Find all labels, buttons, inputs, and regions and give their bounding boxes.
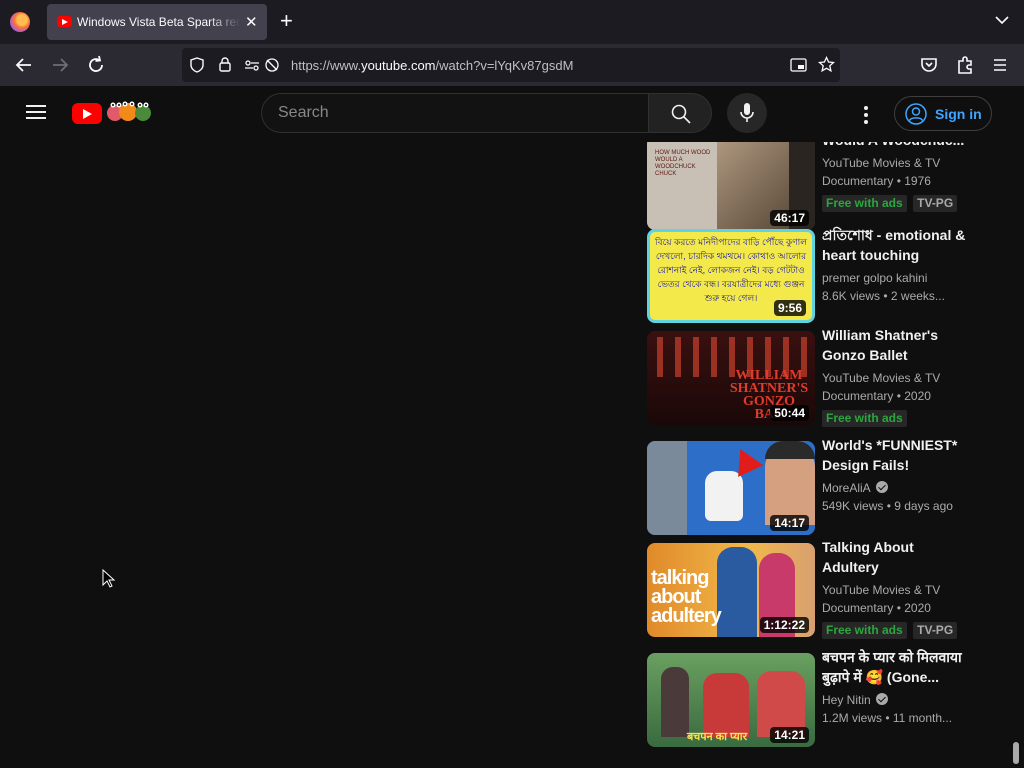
video-thumbnail[interactable]: বিয়ে করতে মনিদীপাদের বাড়ি পৌঁছে কুণাল … — [647, 229, 815, 323]
account-icon — [905, 103, 927, 125]
video-thumbnail[interactable]: 14:17 — [647, 441, 815, 535]
verified-icon — [875, 481, 888, 493]
browser-tab-bar: Windows Vista Beta Sparta remix ✕ + — [0, 0, 1024, 44]
video-title[interactable]: Talking About Adultery — [822, 537, 967, 577]
youtube-favicon-icon — [57, 16, 72, 27]
list-item[interactable]: WILLIAM SHATNER'S GONZO BAL 50:44 Willia… — [647, 327, 967, 427]
firefox-logo-icon[interactable] — [10, 12, 30, 32]
url-text[interactable]: https://www.youtube.com/watch?v=lYqKv87g… — [291, 58, 573, 73]
settings-more-icon[interactable] — [854, 103, 878, 127]
video-meta: William Shatner's Gonzo Ballet YouTube M… — [822, 325, 967, 427]
voice-search-button[interactable] — [727, 93, 767, 133]
search-input[interactable] — [278, 104, 618, 122]
video-title[interactable]: World's *FUNNIEST* Design Fails! (HOW!?) — [822, 435, 967, 475]
pocket-icon[interactable] — [917, 53, 941, 77]
related-videos-list: HOW MUCH WOOD WOULD A WOODCHUCK CHUCK 46… — [0, 86, 1024, 768]
tab-list-chevron-icon[interactable] — [995, 13, 1009, 27]
badge-free-with-ads: Free with ads — [822, 410, 907, 427]
video-thumbnail[interactable]: बचपन का प्यार 14:21 — [647, 653, 815, 747]
permissions-icon[interactable] — [244, 57, 260, 73]
video-title[interactable]: William Shatner's Gonzo Ballet — [822, 325, 967, 365]
list-item[interactable]: बचपन का प्यार 14:21 बचपन के प्यार को मिल… — [647, 649, 967, 749]
thumbnail-text: talking about adultery — [651, 567, 722, 627]
search-box[interactable] — [261, 93, 649, 133]
video-stats: 1.2M views • 11 month... — [822, 711, 953, 725]
video-thumbnail[interactable]: WILLIAM SHATNER'S GONZO BAL 50:44 — [647, 331, 815, 425]
list-item[interactable]: HOW MUCH WOOD WOULD A WOODCHUCK CHUCK 46… — [647, 132, 967, 232]
back-icon[interactable] — [12, 53, 36, 77]
app-menu-icon[interactable] — [988, 53, 1012, 77]
video-stats: Documentary • 2020 — [822, 389, 931, 403]
youtube-doodle-icon[interactable] — [106, 100, 152, 124]
video-channel[interactable]: YouTube Movies & TV — [822, 369, 967, 387]
youtube-masthead: Sign in — [0, 86, 1024, 142]
video-duration: 14:17 — [770, 515, 809, 531]
video-channel[interactable]: Hey Nitin — [822, 691, 967, 709]
video-stats: Documentary • 1976 — [822, 174, 931, 188]
youtube-logo-icon[interactable] — [72, 103, 102, 124]
video-thumbnail[interactable]: talking about adultery 1:12:22 — [647, 543, 815, 637]
bookmark-star-icon[interactable] — [818, 56, 835, 73]
lock-icon[interactable] — [217, 56, 233, 73]
extensions-icon[interactable] — [953, 53, 977, 77]
video-duration: 50:44 — [770, 405, 809, 421]
video-meta: World's *FUNNIEST* Design Fails! (HOW!?)… — [822, 435, 967, 515]
reload-icon[interactable] — [84, 53, 108, 77]
sign-in-label: Sign in — [935, 106, 982, 122]
badge-free-with-ads: Free with ads — [822, 195, 907, 212]
video-channel[interactable]: YouTube Movies & TV — [822, 581, 967, 599]
search-icon — [671, 104, 691, 124]
video-channel[interactable]: YouTube Movies & TV — [822, 154, 967, 172]
tab-active[interactable]: Windows Vista Beta Sparta remix ✕ — [47, 4, 267, 40]
guide-menu-icon[interactable] — [26, 105, 46, 119]
list-item[interactable]: talking about adultery 1:12:22 Talking A… — [647, 539, 967, 639]
tracking-blocked-icon[interactable] — [264, 57, 280, 73]
youtube-page: HOW MUCH WOOD WOULD A WOODCHUCK CHUCK 46… — [0, 86, 1024, 768]
video-thumbnail[interactable]: HOW MUCH WOOD WOULD A WOODCHUCK CHUCK 46… — [647, 136, 815, 230]
video-duration: 9:56 — [773, 300, 806, 316]
video-meta: প্রতিশোধ - emotional & heart touching ba… — [822, 225, 967, 305]
badge-free-with-ads: Free with ads — [822, 622, 907, 639]
list-item[interactable]: বিয়ে করতে মনিদীপাদের বাড়ি পৌঁছে কুণাল … — [647, 227, 967, 325]
search-button[interactable] — [648, 93, 712, 133]
verified-icon — [875, 693, 888, 705]
microphone-icon — [740, 103, 754, 122]
tab-close-icon[interactable]: ✕ — [245, 13, 258, 31]
video-title[interactable]: बचपन के प्यार को मिलवाया बुढ़ापे में 🥰 (… — [822, 647, 967, 687]
video-title[interactable]: প্রতিশোধ - emotional & heart touching ba… — [822, 225, 967, 265]
video-duration: 1:12:22 — [759, 617, 809, 633]
video-meta: बचपन के प्यार को मिलवाया बुढ़ापे में 🥰 (… — [822, 647, 967, 727]
video-channel[interactable]: MoreAliA — [822, 479, 967, 497]
video-duration: 14:21 — [770, 727, 809, 743]
forward-icon[interactable] — [48, 53, 72, 77]
shield-icon[interactable] — [189, 57, 205, 73]
picture-in-picture-icon[interactable] — [790, 57, 807, 73]
video-duration: 46:17 — [770, 210, 809, 226]
new-tab-button[interactable]: + — [280, 9, 293, 33]
video-stats: 8.6K views • 2 weeks... — [822, 289, 945, 303]
badge-rating: TV-PG — [913, 622, 958, 639]
video-meta: Would A Woodchuc... YouTube Movies & TV … — [822, 130, 967, 212]
url-bar[interactable]: https://www.youtube.com/watch?v=lYqKv87g… — [182, 48, 840, 82]
browser-nav-bar: https://www.youtube.com/watch?v=lYqKv87g… — [0, 44, 1024, 86]
video-channel[interactable]: premer golpo kahini — [822, 269, 967, 287]
mouse-cursor-icon — [102, 569, 116, 588]
video-stats: Documentary • 2020 — [822, 601, 931, 615]
thumbnail-text: बचपन का प्यार — [687, 731, 748, 743]
sign-in-button[interactable]: Sign in — [894, 96, 992, 131]
video-stats: 549K views • 9 days ago — [822, 499, 953, 513]
page-scrollbar-thumb[interactable] — [1013, 742, 1019, 764]
list-item[interactable]: 14:17 World's *FUNNIEST* Design Fails! (… — [647, 437, 967, 537]
tab-title: Windows Vista Beta Sparta remix — [77, 15, 241, 29]
badge-rating: TV-PG — [913, 195, 958, 212]
video-meta: Talking About Adultery YouTube Movies & … — [822, 537, 967, 639]
thumbnail-text: HOW MUCH WOOD WOULD A WOODCHUCK CHUCK — [655, 150, 711, 177]
